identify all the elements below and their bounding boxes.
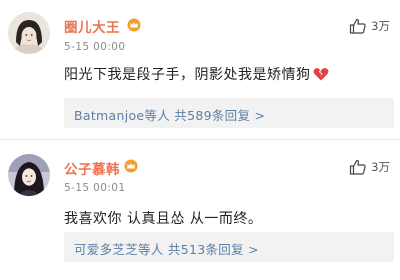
thumbs-up-icon [350,159,366,175]
comment-text-body: 我喜欢你 认真且怂 从一而终。 [64,211,263,227]
username[interactable]: 圈儿大王 [64,16,120,36]
reply-summary: 共589条回复 > [174,108,266,123]
reply-summary: 共513条回复 > [167,242,259,257]
like-button[interactable]: 3万 [349,18,390,34]
comment-time: 5-15 00:01 [64,182,126,194]
replies-link[interactable]: 可爱多芝芝等人 共513条回复 > [64,232,394,262]
comment-item: 圈儿大王 5-15 00:00 3万 阳光下我是段子手，阴影处我是矫情狗 Bat… [0,0,400,140]
comment-list: 圈儿大王 5-15 00:00 3万 阳光下我是段子手，阴影处我是矫情狗 Bat… [0,0,400,280]
vip-crown-icon [127,17,141,32]
username[interactable]: 公子慕韩 [64,158,120,178]
like-count: 3万 [371,160,390,174]
like-count: 3万 [371,19,390,33]
comment-text-body: 阳光下我是段子手，阴影处我是矫情狗 [64,67,311,83]
reply-users: 可爱多芝芝等人 [74,242,164,257]
thumbs-up-icon [350,18,366,34]
reply-users: Batmanjoe等人 [74,108,171,123]
comment-text: 阳光下我是段子手，阴影处我是矫情狗 [64,64,329,84]
broken-heart-icon [313,68,328,81]
avatar[interactable] [8,12,50,54]
vip-crown-icon [124,158,138,173]
avatar[interactable] [8,154,50,196]
comment-text: 我喜欢你 认真且怂 从一而终。 [64,208,262,228]
like-button[interactable]: 3万 [349,159,390,175]
replies-link[interactable]: Batmanjoe等人 共589条回复 > [64,98,394,128]
comment-time: 5-15 00:00 [64,41,126,53]
comment-item: 公子慕韩 5-15 00:01 3万 我喜欢你 认真且怂 从一而终。 可爱多芝芝… [0,140,400,280]
